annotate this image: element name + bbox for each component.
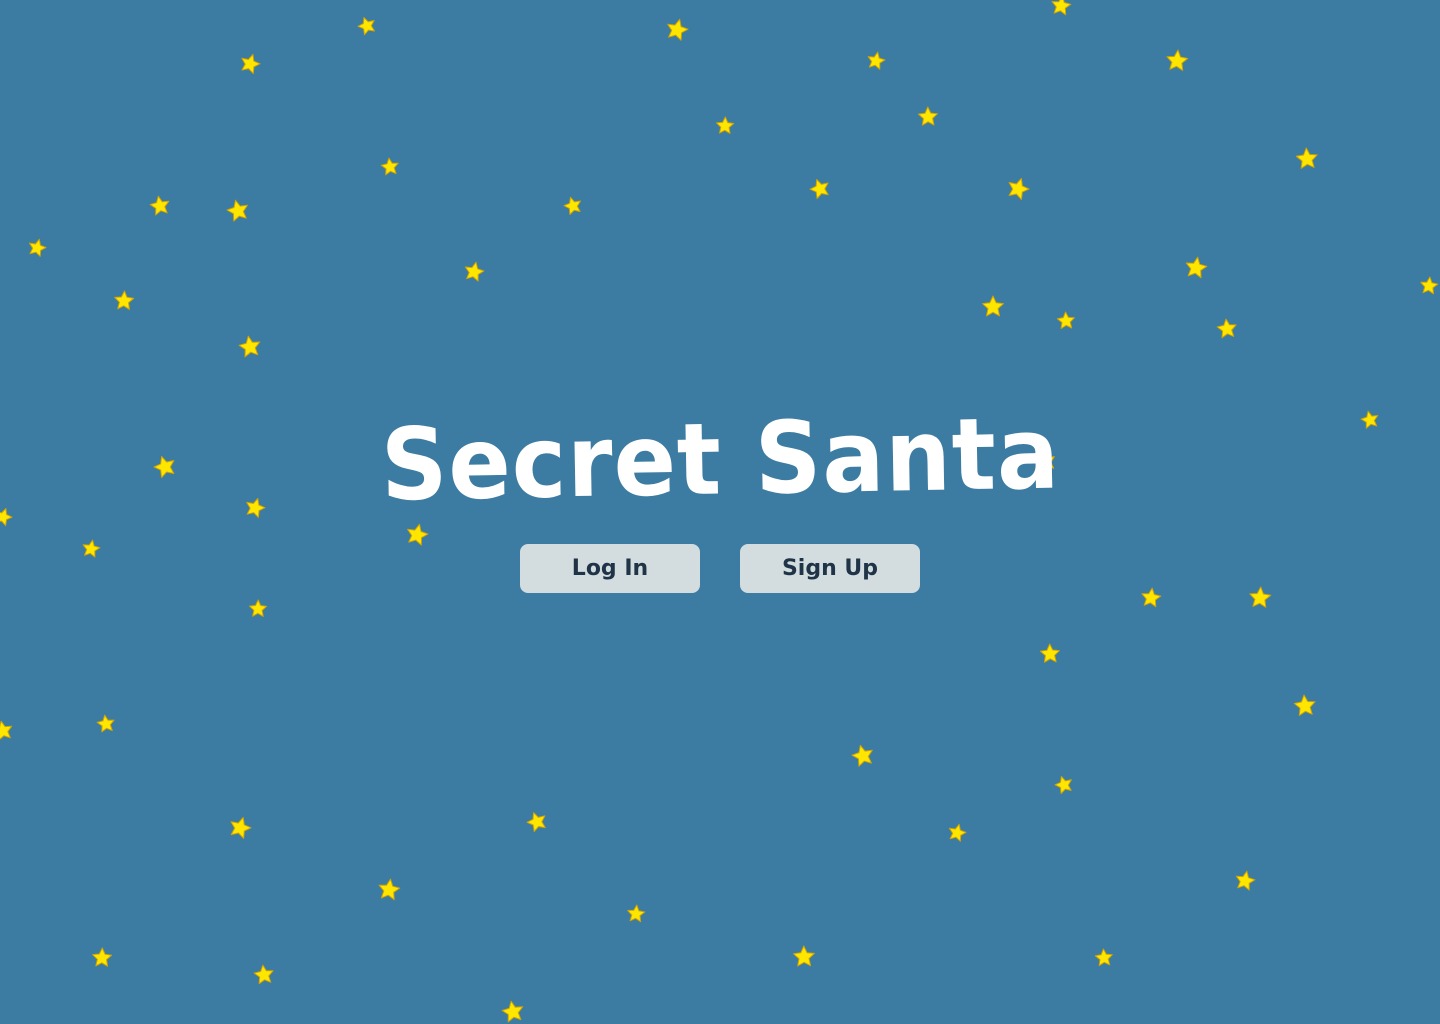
signup-button[interactable]: Sign Up bbox=[740, 544, 920, 593]
star-icon bbox=[464, 261, 485, 282]
star-icon bbox=[378, 878, 401, 901]
hero: Secret Santa bbox=[0, 396, 1440, 523]
star-icon bbox=[917, 106, 938, 126]
star-icon bbox=[230, 817, 252, 839]
star-icon bbox=[114, 290, 135, 310]
star-icon bbox=[149, 195, 170, 216]
star-icon bbox=[1008, 178, 1030, 200]
star-icon bbox=[948, 823, 967, 842]
star-icon bbox=[0, 720, 13, 740]
star-icon bbox=[563, 196, 581, 215]
star-icon bbox=[1295, 147, 1318, 169]
page-title: Secret Santa bbox=[379, 395, 1061, 524]
star-icon bbox=[1420, 276, 1439, 295]
star-icon bbox=[357, 17, 375, 36]
star-icon bbox=[1054, 775, 1072, 794]
star-icon bbox=[793, 945, 815, 967]
star-icon bbox=[1293, 694, 1316, 716]
star-icon bbox=[809, 179, 829, 200]
star-icon bbox=[667, 18, 689, 41]
star-icon bbox=[851, 744, 873, 767]
star-icon bbox=[1039, 643, 1060, 663]
star-icon bbox=[249, 599, 268, 617]
star-icon bbox=[1185, 256, 1208, 279]
star-icon bbox=[92, 947, 113, 967]
auth-buttons: Log In Sign Up bbox=[0, 544, 1440, 593]
star-icon bbox=[716, 116, 735, 134]
star-icon bbox=[380, 157, 399, 176]
star-icon bbox=[627, 904, 646, 923]
star-icon bbox=[867, 51, 886, 70]
star-icon bbox=[1094, 948, 1113, 967]
star-icon bbox=[501, 1000, 524, 1023]
star-icon bbox=[226, 199, 248, 222]
star-icon bbox=[1166, 49, 1189, 71]
star-icon bbox=[407, 523, 429, 546]
star-icon bbox=[982, 295, 1004, 317]
star-icon bbox=[253, 964, 274, 985]
star-icon bbox=[1056, 311, 1075, 329]
star-icon bbox=[1051, 0, 1072, 16]
star-icon bbox=[238, 335, 261, 358]
star-icon bbox=[1216, 318, 1237, 339]
star-icon bbox=[1235, 870, 1256, 891]
star-icon bbox=[96, 714, 115, 733]
star-icon bbox=[29, 238, 47, 257]
login-button[interactable]: Log In bbox=[520, 544, 700, 593]
star-icon bbox=[526, 812, 546, 833]
star-icon bbox=[241, 53, 261, 74]
